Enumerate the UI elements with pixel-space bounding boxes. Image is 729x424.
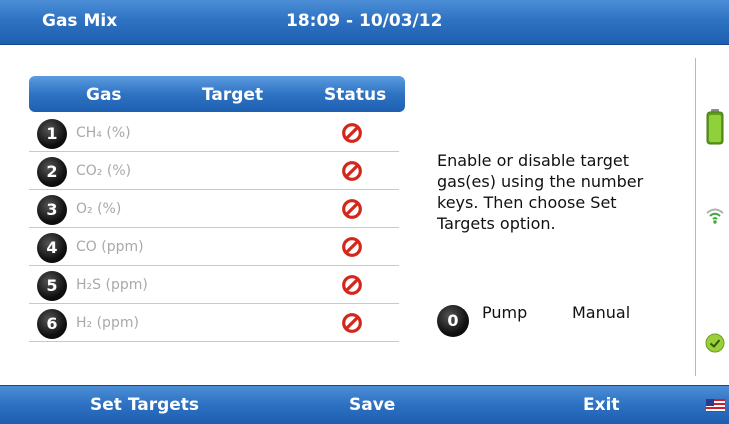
pump-mode-value: Manual xyxy=(572,303,631,322)
gas-name: O₂ (%) xyxy=(76,201,122,217)
key-2-badge: 2 xyxy=(37,157,67,187)
gas-row[interactable]: 6 H₂ (ppm) xyxy=(29,304,399,342)
gas-name: CH₄ (%) xyxy=(76,125,131,141)
key-4-badge: 4 xyxy=(37,233,67,263)
signal-icon xyxy=(706,208,724,224)
flag-icon xyxy=(706,399,725,412)
softkey-bar: Set Targets Save Exit xyxy=(0,385,729,424)
screen-title: Gas Mix xyxy=(42,11,118,31)
column-header-gas: Gas xyxy=(86,85,122,105)
key-0-badge[interactable]: 0 xyxy=(437,305,469,337)
column-header-target: Target xyxy=(202,85,264,105)
right-divider xyxy=(695,58,696,376)
gas-row[interactable]: 2 CO₂ (%) xyxy=(29,152,399,190)
disabled-status-icon xyxy=(342,123,362,143)
date-time: 18:09 - 10/03/12 xyxy=(286,11,443,31)
gas-name: H₂S (ppm) xyxy=(76,277,148,293)
key-6-badge: 6 xyxy=(37,309,67,339)
gas-row[interactable]: 3 O₂ (%) xyxy=(29,190,399,228)
disabled-status-icon xyxy=(342,199,362,219)
disabled-status-icon xyxy=(342,161,362,181)
save-button[interactable]: Save xyxy=(349,395,395,415)
key-3-badge: 3 xyxy=(37,195,67,225)
disabled-status-icon xyxy=(342,275,362,295)
disabled-status-icon xyxy=(342,313,362,333)
gas-row[interactable]: 1 CH₄ (%) xyxy=(29,114,399,152)
gas-row[interactable]: 5 H₂S (ppm) xyxy=(29,266,399,304)
check-icon xyxy=(705,333,725,353)
battery-icon xyxy=(706,109,724,145)
exit-button[interactable]: Exit xyxy=(583,395,620,415)
pump-label: Pump xyxy=(482,303,528,322)
key-5-badge: 5 xyxy=(37,271,67,301)
key-1-badge: 1 xyxy=(37,119,67,149)
column-header-status: Status xyxy=(324,85,387,105)
gas-row[interactable]: 4 CO (ppm) xyxy=(29,228,399,266)
instructions-text: Enable or disable target gas(es) using t… xyxy=(437,151,644,233)
set-targets-button[interactable]: Set Targets xyxy=(90,395,199,415)
gas-name: CO (ppm) xyxy=(76,239,144,255)
title-bar: Gas Mix 18:09 - 10/03/12 xyxy=(0,0,729,45)
gas-name: CO₂ (%) xyxy=(76,163,132,179)
disabled-status-icon xyxy=(342,237,362,257)
gas-name: H₂ (ppm) xyxy=(76,315,139,331)
gas-table-header: Gas Target Status xyxy=(29,76,405,112)
